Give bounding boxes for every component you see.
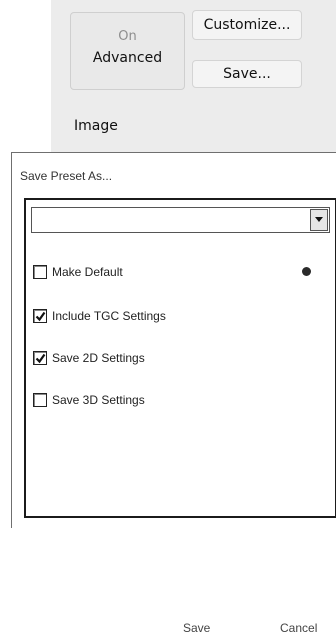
toggle-mode-label: Advanced [92, 50, 163, 66]
save-2d-label: Save 2D Settings [52, 351, 145, 365]
busy-indicator-icon [302, 267, 311, 276]
make-default-checkbox[interactable] [33, 265, 47, 279]
save-2d-checkbox[interactable] [33, 351, 47, 365]
include-tgc-checkbox[interactable] [33, 309, 47, 323]
checkmark-icon [35, 353, 46, 364]
dialog-save-button[interactable]: Save [183, 621, 210, 635]
dialog-title: Save Preset As... [20, 169, 113, 183]
include-tgc-label: Include TGC Settings [52, 309, 166, 323]
save-3d-checkbox[interactable] [33, 393, 47, 407]
checkmark-icon [35, 311, 46, 322]
preset-name-input[interactable] [34, 210, 304, 230]
save-3d-label: Save 3D Settings [52, 393, 145, 407]
save-preset-dialog: Save Preset As... Make Default Include T… [11, 152, 336, 635]
customize-button[interactable]: Customize... [192, 10, 302, 40]
save-preset-button[interactable]: Save... [192, 60, 302, 88]
dropdown-arrow-button[interactable] [310, 209, 328, 231]
make-default-label: Make Default [52, 265, 123, 279]
dialog-content-box: Make Default Include TGC Settings Save 2… [24, 198, 336, 518]
advanced-toggle-button[interactable]: On Advanced [70, 12, 185, 90]
chevron-down-icon [315, 217, 323, 222]
dialog-cancel-button[interactable]: Cancel [280, 621, 317, 635]
image-section-heading: Image [74, 118, 118, 134]
toggle-state-label: On [118, 29, 137, 44]
preset-name-combobox[interactable] [31, 207, 330, 233]
